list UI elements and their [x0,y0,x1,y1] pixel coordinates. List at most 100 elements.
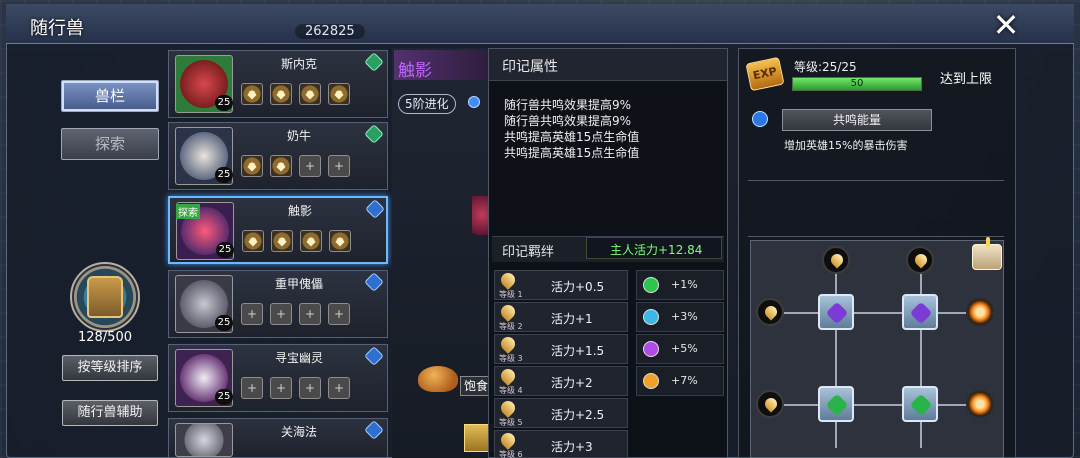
bond-title: 印记羁绊 [502,245,555,260]
mark-slot-filled-icon[interactable]: ◆ [299,83,321,105]
pet-card[interactable]: 25 斯内克 ◆ ◆ ◆ ◆ [168,50,388,118]
mark-slot-filled-icon[interactable]: ◆ [270,83,292,105]
gem-bonus: +1% [671,278,698,291]
resonance-gem-icon [752,111,768,127]
resonance-energy-button[interactable]: 共鸣能量 [782,109,932,131]
mark-slot-empty-icon[interactable]: + [241,377,263,399]
gem-row: +3% [636,302,724,332]
orange-gem-icon [643,373,659,389]
pet-name: 奶牛 [286,129,311,143]
pet-level: 25 [215,167,233,183]
mark-slot-filled-icon[interactable]: ◆ [271,230,293,252]
mark-slot-empty-icon[interactable]: + [328,377,350,399]
purple-gem-icon [909,301,933,325]
pet-card[interactable]: 25 重甲傀儡 + + + + [168,270,388,338]
pet-list: 25 斯内克 ◆ ◆ ◆ ◆ 25 奶牛 ◆ ◆ + + 探索 25 触影 ◆ … [168,48,390,458]
mark-core-node[interactable] [902,386,938,422]
mark-slot-filled-icon[interactable]: ◆ [300,230,322,252]
mark-slot-empty-icon[interactable]: + [299,303,321,325]
heart-icon [498,366,518,386]
green-gem-icon [643,277,659,293]
backpack-icon [87,276,123,318]
mark-core-node[interactable] [902,294,938,330]
max-level-label: 达到上限 [940,72,993,87]
sort-by-level-button[interactable]: 按等级排序 [62,355,158,381]
heart-node-icon[interactable] [756,390,784,418]
grid-line [784,404,994,406]
heart-node-icon[interactable] [822,246,850,274]
bond-level: 等级 6 [499,450,523,458]
heart-icon [498,430,518,450]
pet-card[interactable]: 关海法 [168,418,388,458]
resonance-description: 增加英雄15%的暴击伤害 [784,139,908,152]
pet-level: 25 [215,389,233,405]
bond-text: 活力+3 [551,440,593,454]
mark-slot-filled-icon[interactable]: ◆ [241,83,263,105]
heart-node-icon[interactable] [906,246,934,274]
quality-gem-icon [364,272,384,292]
mark-attribute-line: 随行兽共鸣效果提高9% [504,114,632,128]
level-label: 等级:25/25 [794,60,857,74]
grid-line [784,312,994,314]
guide-book-icon[interactable] [972,237,1002,270]
heart-node-icon[interactable] [756,298,784,326]
mark-slot-empty-icon[interactable]: + [328,155,350,177]
currency-value: 262825 [295,24,365,39]
mark-slot-filled-icon[interactable]: ◆ [328,83,350,105]
pet-level: 25 [216,242,234,258]
orange-orb-icon[interactable] [966,390,994,418]
mark-slot-filled-icon[interactable]: ◆ [329,230,351,252]
pet-level: 25 [215,95,233,111]
window-title: 随行兽 [30,18,84,39]
heart-icon [498,270,518,290]
orange-orb-icon[interactable] [966,298,994,326]
gem-bonus: +5% [671,342,698,355]
bond-row: 等级 3 活力+1.5 [494,334,628,364]
exp-value: 50 [850,78,864,89]
mark-slot-empty-icon[interactable]: + [299,155,321,177]
gem-bonus: +3% [671,310,698,323]
bond-text: 活力+1.5 [551,344,605,358]
gem-bonus: +7% [671,374,698,387]
pet-name: 斯内克 [280,57,317,71]
blue-gem-icon [643,309,659,325]
mark-core-node[interactable] [818,386,854,422]
bond-value: 主人活力+12.84 [610,243,703,257]
bond-level: 等级 5 [499,418,523,427]
bond-text: 活力+2 [551,376,593,390]
mark-slot-empty-icon[interactable]: + [241,303,263,325]
pet-card[interactable]: 25 奶牛 ◆ ◆ + + [168,122,388,190]
pet-assist-button[interactable]: 随行兽辅助 [62,400,158,426]
mark-slot-filled-icon[interactable]: ◆ [242,230,264,252]
close-icon[interactable]: ✕ [988,8,1024,44]
bond-text: 活力+0.5 [551,280,605,294]
purple-gem-icon [825,301,849,325]
pet-level: 25 [215,315,233,331]
pet-title: 触影 [398,61,432,81]
bond-row: 等级 1 活力+0.5 [494,270,628,300]
green-gem-icon [909,393,933,417]
mark-slot-empty-icon[interactable]: + [299,377,321,399]
mark-slot-filled-icon[interactable]: ◆ [241,155,263,177]
roast-chicken-icon[interactable] [418,366,458,392]
mark-slot-empty-icon[interactable]: + [328,303,350,325]
pet-card[interactable]: 25 寻宝幽灵 + + + + [168,344,388,412]
purple-gem-icon [643,341,659,357]
pet-portrait [175,423,233,457]
tab-explore[interactable]: 探索 [61,128,159,160]
pet-name: 寻宝幽灵 [274,351,323,365]
mark-attribute-line: 随行兽共鸣效果提高9% [504,98,632,112]
pet-card-selected[interactable]: 探索 25 触影 ◆ ◆ ◆ ◆ [168,196,388,264]
mark-attribute-line: 共鸣提高英雄15点生命值 [504,146,640,160]
bond-text: 活力+1 [551,312,593,326]
tab-beast-pen[interactable]: 兽栏 [61,80,159,112]
gem-row: +1% [636,270,724,300]
divider [748,180,1004,181]
mark-slot-filled-icon[interactable]: ◆ [270,155,292,177]
quality-gem-icon [364,124,384,144]
mark-slot-empty-icon[interactable]: + [270,303,292,325]
quality-gem-icon [364,420,384,440]
mark-core-node[interactable] [818,294,854,330]
mark-slot-empty-icon[interactable]: + [270,377,292,399]
bond-level: 等级 4 [499,386,523,395]
